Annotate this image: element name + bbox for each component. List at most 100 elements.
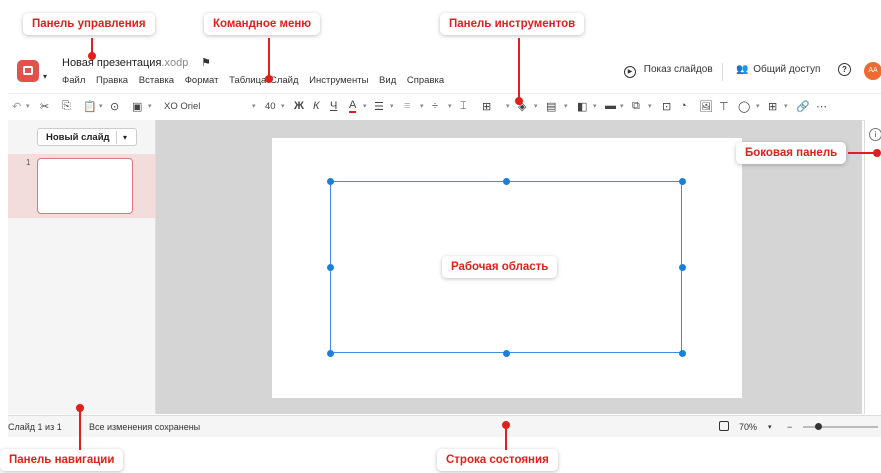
- chevron-down-icon[interactable]: ▾: [784, 102, 788, 110]
- cut-icon[interactable]: ✂: [40, 100, 49, 113]
- callout-command-menu: Командное меню: [204, 13, 321, 35]
- bullet-list-icon[interactable]: ☰: [374, 100, 384, 113]
- font-color-button[interactable]: A: [349, 100, 357, 113]
- chevron-down-icon[interactable]: ▾: [620, 102, 624, 110]
- avatar[interactable]: AA: [864, 62, 881, 80]
- chevron-down-icon[interactable]: ▾: [281, 102, 285, 110]
- chevron-down-icon[interactable]: ▾: [123, 133, 127, 142]
- chevron-down-icon[interactable]: ▾: [564, 102, 568, 110]
- chevron-down-icon[interactable]: ▾: [252, 102, 256, 110]
- help-icon[interactable]: ?: [838, 63, 851, 76]
- callout-toolbar: Панель инструментов: [440, 13, 585, 35]
- insert-textbox-icon[interactable]: ⊡: [662, 100, 671, 113]
- resize-handle[interactable]: [679, 264, 686, 271]
- callout-navigation: Панель навигации: [0, 449, 124, 471]
- paste-icon[interactable]: 📋: [83, 100, 97, 113]
- menu-edit[interactable]: Правка: [96, 75, 128, 86]
- play-icon[interactable]: ⊙: [110, 100, 119, 113]
- slide-thumbnail[interactable]: [37, 158, 133, 214]
- zoom-out-button[interactable]: −: [787, 422, 792, 432]
- document-extension: .xodp: [161, 57, 189, 69]
- align-icon[interactable]: ≡: [404, 100, 410, 112]
- callout-dot: [88, 52, 96, 60]
- zoom-level[interactable]: 70%: [739, 422, 757, 432]
- callout-line: [518, 38, 520, 98]
- chevron-down-icon[interactable]: ▾: [593, 102, 597, 110]
- resize-handle[interactable]: [327, 264, 334, 271]
- resize-handle[interactable]: [327, 350, 334, 357]
- chevron-down-icon[interactable]: ▾: [534, 102, 538, 110]
- chevron-down-icon[interactable]: ▾: [43, 72, 47, 81]
- shape-order-icon[interactable]: ▬: [605, 100, 616, 112]
- slideshow-button[interactable]: ▶ Показ слайдов: [624, 64, 713, 78]
- chevron-down-icon[interactable]: ▾: [506, 102, 510, 110]
- info-icon[interactable]: i: [869, 128, 881, 141]
- resize-handle[interactable]: [679, 178, 686, 185]
- insert-text-icon[interactable]: ⊤: [719, 100, 729, 113]
- chevron-down-icon[interactable]: ▾: [363, 102, 367, 110]
- callout-line: [79, 408, 81, 450]
- chevron-down-icon[interactable]: ▾: [648, 102, 652, 110]
- chevron-down-icon[interactable]: ▾: [99, 102, 103, 110]
- chevron-down-icon[interactable]: ▾: [768, 423, 772, 431]
- italic-button[interactable]: К: [313, 100, 319, 112]
- resize-handle[interactable]: [503, 350, 510, 357]
- chevron-down-icon[interactable]: ▾: [26, 102, 30, 110]
- users-icon: 👥: [736, 64, 749, 75]
- link-icon[interactable]: 🔗: [796, 100, 810, 113]
- slide-number: 1: [26, 158, 31, 167]
- undo-icon[interactable]: ↶: [12, 100, 21, 113]
- new-slide-button[interactable]: Новый слайд ▾: [37, 128, 137, 146]
- insert-figure-icon[interactable]: ◯: [738, 100, 750, 113]
- text-box-icon[interactable]: ⊞: [482, 100, 491, 113]
- group-icon[interactable]: ⧉: [632, 100, 640, 113]
- chevron-down-icon[interactable]: ▾: [148, 102, 152, 110]
- menu-help[interactable]: Справка: [407, 75, 444, 86]
- callout-dot: [76, 404, 84, 412]
- more-icon[interactable]: ⋯: [816, 100, 827, 113]
- menu-file[interactable]: Файл: [62, 75, 85, 86]
- underline-button[interactable]: Ч: [330, 100, 337, 112]
- callout-sidebar: Боковая панель: [736, 142, 847, 164]
- font-size-select[interactable]: 40: [265, 101, 276, 112]
- resize-handle[interactable]: [503, 178, 510, 185]
- menu-format[interactable]: Формат: [185, 75, 219, 86]
- status-bar: Слайд 1 из 1 Все изменения сохранены 70%…: [8, 415, 881, 437]
- slideshow-label: Показ слайдов: [643, 64, 713, 75]
- share-button[interactable]: 👥 Общий доступ: [736, 64, 820, 75]
- callout-line: [268, 38, 270, 78]
- flag-icon[interactable]: ⚑: [201, 56, 211, 69]
- menu-slide[interactable]: Слайд: [270, 75, 299, 86]
- insert-table-icon[interactable]: ⊞: [768, 100, 777, 113]
- save-status: Все изменения сохранены: [89, 422, 201, 432]
- chevron-down-icon[interactable]: ▾: [448, 102, 452, 110]
- zoom-slider-knob[interactable]: [814, 423, 822, 430]
- menu-table[interactable]: Таблица: [229, 75, 266, 86]
- document-name: Новая презентация: [62, 57, 162, 69]
- arrange-icon[interactable]: ◧: [577, 100, 587, 113]
- insert-image-icon[interactable]: 🖼: [699, 100, 713, 113]
- resize-handle[interactable]: [679, 350, 686, 357]
- font-name-select[interactable]: XO Oriel: [164, 101, 200, 112]
- callout-dot: [502, 421, 510, 429]
- callout-control-panel: Панель управления: [23, 13, 155, 35]
- menu-view[interactable]: Вид: [379, 75, 396, 86]
- fit-slide-icon[interactable]: [719, 421, 729, 431]
- app-logo-icon[interactable]: [17, 60, 39, 82]
- insert-shape-icon[interactable]: ◔: [680, 100, 687, 112]
- layout-icon[interactable]: ▣: [132, 100, 142, 113]
- menu-insert[interactable]: Вставка: [139, 75, 174, 86]
- chevron-down-icon[interactable]: ▾: [390, 102, 394, 110]
- document-title[interactable]: Новая презентация.xodp: [62, 57, 188, 69]
- callout-statusbar: Строка состояния: [437, 449, 558, 471]
- navigation-panel: Новый слайд ▾ 1: [8, 120, 156, 414]
- vertical-align-icon[interactable]: ÷: [432, 100, 438, 112]
- chevron-down-icon[interactable]: ▾: [420, 102, 424, 110]
- line-spacing-icon[interactable]: ⌶: [460, 100, 467, 113]
- copy-icon[interactable]: ⎘: [62, 100, 71, 113]
- chevron-down-icon[interactable]: ▾: [756, 102, 760, 110]
- resize-handle[interactable]: [327, 178, 334, 185]
- menu-tools[interactable]: Инструменты: [309, 75, 368, 86]
- bold-button[interactable]: Ж: [294, 100, 304, 112]
- line-style-icon[interactable]: ▤: [546, 100, 556, 113]
